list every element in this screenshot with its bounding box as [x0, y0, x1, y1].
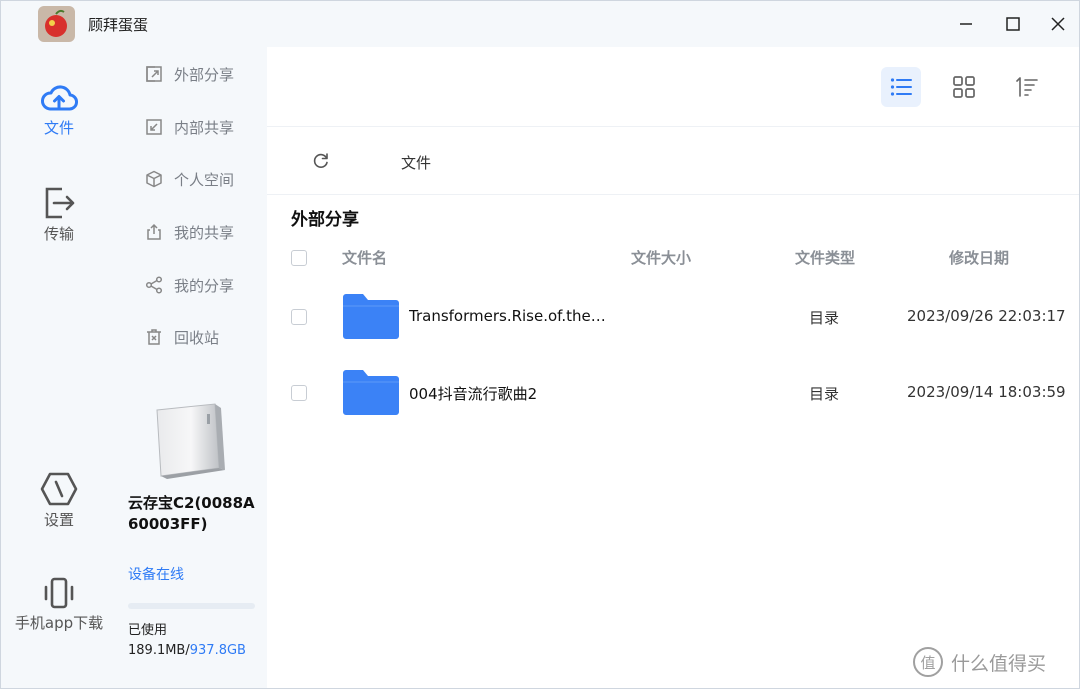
internal-share-icon [145, 118, 163, 136]
window-title: 顾拜蛋蛋 [88, 16, 149, 34]
minimize-icon [960, 23, 972, 25]
rail-label-app-download: 手机app下载 [14, 614, 104, 632]
external-share-icon [145, 65, 163, 83]
list-view-icon [890, 78, 912, 96]
grid-view-button[interactable] [944, 67, 984, 107]
watermark-text: 什么值得买 [951, 652, 1047, 675]
file-date: 2023/09/26 22:03:17 [907, 307, 1066, 325]
view-toolbar [267, 47, 1079, 127]
sidebar-item-my-shared[interactable]: 我的共享 [145, 220, 234, 244]
row-checkbox[interactable] [291, 385, 307, 401]
breadcrumb-current[interactable]: 文件 [401, 152, 431, 173]
transfer-icon [45, 187, 75, 219]
refresh-icon [313, 153, 328, 168]
sidebar-item-internal-share[interactable]: 内部共享 [145, 115, 234, 139]
refresh-button[interactable] [311, 151, 331, 171]
sidebar-label: 外部分享 [174, 65, 235, 84]
column-header-type[interactable]: 文件类型 [795, 247, 855, 268]
share-nodes-icon [145, 276, 163, 294]
main-nav-rail: 文件 传输 设置 手机app下载 [1, 47, 117, 688]
storage-usage-text: 已使用 189.1MB/937.8GB [128, 621, 246, 661]
device-image [153, 402, 225, 482]
sidebar-label: 回收站 [174, 328, 220, 347]
sidebar-label: 内部共享 [174, 118, 235, 137]
file-name[interactable]: 004抖音流行歌曲2 [409, 383, 609, 404]
sidebar-item-my-shares[interactable]: 我的分享 [145, 273, 234, 297]
column-header-size[interactable]: 文件大小 [631, 247, 691, 268]
close-button[interactable] [1043, 9, 1073, 39]
file-date: 2023/09/14 18:03:59 [907, 383, 1066, 401]
rail-item-app-download[interactable]: 手机app下载 [1, 576, 117, 633]
storage-usage-bar [128, 603, 255, 609]
sidebar-item-recycle-bin[interactable]: 回收站 [145, 325, 219, 349]
rail-label-transfer: 传输 [43, 225, 74, 243]
folder-icon [343, 370, 399, 415]
rail-item-files[interactable]: 文件 [1, 81, 117, 138]
device-name: 云存宝C2(0088A60003FF) [128, 494, 255, 533]
settings-icon [40, 472, 78, 506]
trash-icon [145, 328, 163, 346]
upload-share-icon [145, 223, 163, 241]
sort-button[interactable] [1007, 67, 1047, 107]
sidebar-label: 我的分享 [174, 276, 235, 295]
rail-item-transfer[interactable]: 传输 [1, 185, 117, 244]
table-row[interactable]: Transformers.Rise.of.the… 目录 2023/09/26 … [267, 279, 1079, 355]
title-bar: 顾拜蛋蛋 [1, 1, 1079, 47]
rail-label-settings: 设置 [43, 511, 74, 529]
file-name[interactable]: Transformers.Rise.of.the… [409, 307, 609, 325]
table-row[interactable]: 004抖音流行歌曲2 目录 2023/09/14 18:03:59 [267, 355, 1079, 431]
file-browser: 文件 外部分享 文件名 文件大小 文件类型 修改日期 Transformers.… [267, 47, 1079, 688]
avatar[interactable] [38, 6, 75, 42]
column-header-date[interactable]: 修改日期 [949, 247, 1009, 268]
file-type: 目录 [809, 309, 840, 327]
cloud-icon [41, 85, 78, 111]
list-view-button[interactable] [881, 67, 921, 107]
files-sidebar: 外部分享 内部共享 个人空间 我的共享 我的分享 回收站 云存宝C2(0088A… [117, 47, 267, 688]
sidebar-item-personal-space[interactable]: 个人空间 [145, 167, 234, 191]
sidebar-item-external-share[interactable]: 外部分享 [145, 62, 234, 86]
storage-used: 189.1MB [128, 643, 186, 658]
folder-icon [343, 294, 399, 339]
maximize-icon [1006, 17, 1020, 31]
phone-icon [44, 577, 74, 609]
path-bar: 文件 [267, 127, 1079, 195]
storage-used-label: 已使用 [128, 623, 168, 638]
grid-view-icon [953, 76, 975, 98]
maximize-button[interactable] [998, 9, 1028, 39]
storage-total: 937.8GB [189, 643, 246, 658]
app-window: 顾拜蛋蛋 文件 传输 设置 手机app下载 外部分享 内部共享 个人空间 我的共… [0, 0, 1080, 689]
column-header-name[interactable]: 文件名 [342, 247, 387, 268]
cube-icon [145, 170, 163, 188]
select-all-checkbox[interactable] [291, 250, 307, 266]
sort-icon [1016, 77, 1038, 97]
row-checkbox[interactable] [291, 309, 307, 325]
sidebar-label: 个人空间 [174, 170, 235, 189]
minimize-button[interactable] [951, 9, 981, 39]
rail-item-settings[interactable]: 设置 [1, 471, 117, 530]
device-status: 设备在线 [128, 567, 184, 583]
file-type: 目录 [809, 385, 840, 403]
close-icon [1051, 17, 1065, 31]
site-watermark: 值 什么值得买 [913, 647, 1046, 677]
watermark-logo-icon: 值 [913, 647, 943, 677]
rail-label-files: 文件 [43, 119, 74, 137]
page-title: 外部分享 [291, 210, 359, 230]
sidebar-label: 我的共享 [174, 223, 235, 242]
